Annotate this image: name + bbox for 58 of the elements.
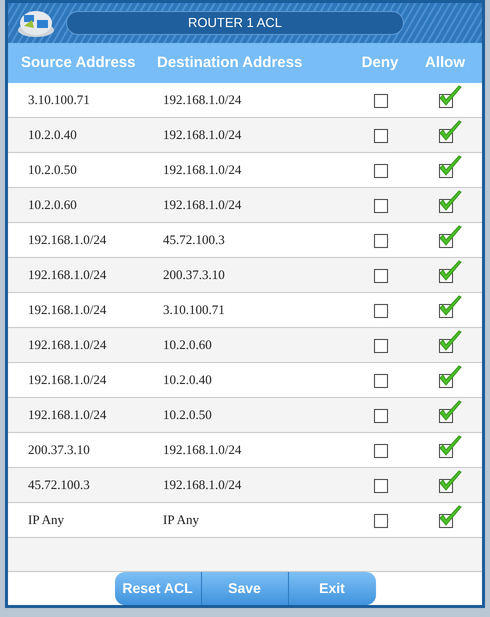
table-cell-text: 192.168.1.0/24 — [27, 406, 108, 424]
table-cell-text: 192.168.1.0/24 — [163, 161, 242, 180]
table-cell-text: 10.2.0.40 — [27, 126, 78, 144]
allow-checkbox[interactable] — [438, 190, 462, 212]
table-cell-text: 45.72.100.3 — [163, 231, 226, 250]
allow-checkbox[interactable] — [438, 120, 462, 142]
column-header: Deny — [360, 52, 400, 73]
allow-checkbox[interactable] — [438, 364, 462, 388]
table-cell-text: 200.37.3.10 — [163, 266, 226, 284]
table-row[interactable]: 45.72.100.3 192.168.1.0/24 — [8, 468, 482, 503]
table-row[interactable]: 10.2.0.40 192.168.1.0/24 — [8, 118, 482, 153]
table-cell-text: 192.168.1.0/24 — [27, 371, 108, 390]
table-cell-text: 192.168.1.0/24 — [27, 301, 108, 320]
network-app-icon — [16, 8, 56, 38]
table-cell-text: 3.10.100.71 — [27, 91, 91, 110]
table-cell-text: 192.168.1.0/24 — [163, 441, 242, 460]
table-row[interactable]: 192.168.1.0/24 3.10.100.71 — [8, 293, 482, 328]
table-row[interactable]: 10.2.0.60 192.168.1.0/24 — [8, 188, 482, 223]
allow-checkbox[interactable] — [438, 400, 462, 422]
table-row[interactable]: 10.2.0.50 192.168.1.0/24 — [8, 153, 482, 188]
table-cell-text: 192.168.1.0/24 — [27, 266, 108, 284]
table-cell-text: IP Any — [27, 511, 65, 530]
table-cell-text: 200.37.3.10 — [27, 441, 91, 460]
allow-checkbox[interactable] — [438, 504, 462, 528]
allow-checkbox[interactable] — [438, 154, 462, 178]
allow-checkbox[interactable] — [438, 470, 462, 492]
table-row[interactable]: 192.168.1.0/24 200.37.3.10 — [8, 258, 482, 293]
table-row[interactable]: 192.168.1.0/24 10.2.0.60 — [8, 328, 482, 363]
column-header: Destination Address — [156, 52, 304, 73]
window-title: ROUTER 1 ACL — [66, 11, 404, 35]
table-cell-text: 10.2.0.50 — [27, 161, 78, 180]
table-cell-text: 10.2.0.50 — [163, 406, 213, 424]
table-cell-text: 192.168.1.0/24 — [27, 336, 108, 354]
table-row[interactable]: 192.168.1.0/24 45.72.100.3 — [8, 223, 482, 258]
table-cell-text: 3.10.100.71 — [163, 301, 226, 320]
column-header: Allow — [424, 52, 466, 73]
table-row[interactable]: 192.168.1.0/24 10.2.0.40 — [8, 363, 482, 398]
table-row[interactable]: 192.168.1.0/24 10.2.0.50 — [8, 398, 482, 433]
table-row[interactable]: IP Any IP Any — [8, 503, 482, 538]
table-cell-text: 192.168.1.0/24 — [163, 126, 242, 144]
allow-checkbox[interactable] — [438, 294, 462, 318]
table-cell-text: 192.168.1.0/24 — [27, 231, 108, 250]
table-row[interactable]: 200.37.3.10 192.168.1.0/24 — [8, 433, 482, 468]
table-cell-text: 192.168.1.0/24 — [163, 196, 242, 214]
allow-checkbox[interactable] — [438, 330, 462, 352]
table-cell-text: 192.168.1.0/24 — [163, 476, 242, 494]
allow-checkbox[interactable] — [438, 434, 462, 458]
table-cell-text: 10.2.0.60 — [163, 336, 213, 354]
table-cell-text: 45.72.100.3 — [27, 476, 91, 494]
allow-checkbox[interactable] — [438, 224, 462, 248]
allow-checkbox[interactable] — [438, 84, 462, 108]
table-cell-text: 10.2.0.40 — [163, 371, 213, 390]
table-cell-text: IP Any — [163, 511, 200, 530]
table-cell-text: 192.168.1.0/24 — [163, 91, 242, 110]
table-cell-text: 10.2.0.60 — [27, 196, 78, 214]
allow-checkbox[interactable] — [438, 260, 462, 282]
column-header: Source Address — [20, 52, 136, 73]
table-row[interactable]: 3.10.100.71 192.168.1.0/24 — [8, 83, 482, 118]
